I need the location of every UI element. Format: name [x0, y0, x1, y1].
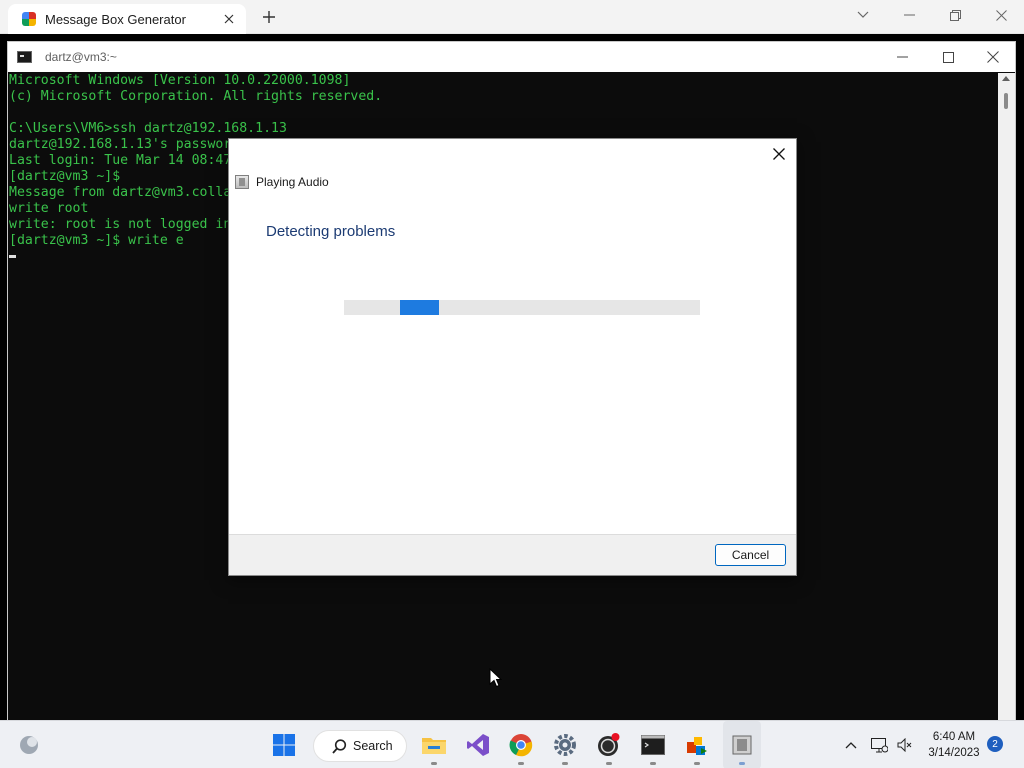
- dialog-header: Playing Audio: [235, 175, 329, 189]
- chrome-icon[interactable]: [503, 721, 539, 768]
- running-indicator: [650, 762, 656, 765]
- console-line: C:\Users\VM6>ssh dartz@192.168.1.13: [9, 121, 287, 136]
- progress-indicator: [400, 300, 439, 315]
- terminal-icon: [17, 51, 32, 63]
- console-scrollbar[interactable]: [998, 73, 1015, 721]
- app-installer-icon[interactable]: [679, 721, 715, 768]
- dialog-heading: Detecting problems: [266, 223, 396, 240]
- scroll-up-arrow-icon[interactable]: [1002, 76, 1010, 81]
- taskbar: Search 6:40 AM 3/14/2023 2: [0, 720, 1024, 768]
- text-cursor: [9, 254, 16, 258]
- progress-bar: [344, 300, 700, 315]
- browser-tabstrip: Message Box Generator: [0, 0, 1024, 34]
- maximize-icon[interactable]: [925, 42, 971, 72]
- running-indicator: [518, 762, 524, 765]
- close-icon[interactable]: [978, 0, 1024, 30]
- running-indicator: [694, 762, 700, 765]
- dialog-header-title: Playing Audio: [256, 175, 329, 189]
- restore-icon[interactable]: [932, 0, 978, 30]
- clock-date: 3/14/2023: [928, 747, 980, 759]
- tab-title: Message Box Generator: [45, 11, 186, 27]
- close-icon[interactable]: [970, 42, 1016, 72]
- file-explorer-icon[interactable]: [416, 721, 452, 768]
- search-label: Search: [353, 739, 393, 753]
- console-titlebar[interactable]: dartz@vm3:~: [8, 42, 1015, 72]
- notification-badge[interactable]: 2: [987, 736, 1003, 752]
- running-indicator: [431, 762, 437, 765]
- troubleshooter-dialog: Playing Audio Detecting problems Cancel: [228, 138, 797, 576]
- terminal-icon[interactable]: [635, 721, 671, 768]
- scroll-thumb[interactable]: [1004, 93, 1008, 109]
- close-icon[interactable]: [218, 8, 240, 30]
- settings-icon[interactable]: [547, 721, 583, 768]
- console-line: (c) Microsoft Corporation. All rights re…: [9, 89, 383, 104]
- clock-time: 6:40 AM: [932, 731, 976, 743]
- start-icon[interactable]: [266, 721, 302, 768]
- chevron-up-icon[interactable]: [840, 721, 862, 768]
- troubleshooter-icon: [235, 175, 249, 189]
- mouse-pointer-icon: [489, 668, 502, 688]
- console-title: dartz@vm3:~: [45, 50, 117, 64]
- minimize-icon[interactable]: [879, 42, 925, 72]
- network-icon[interactable]: [868, 721, 890, 768]
- running-indicator: [562, 762, 568, 765]
- chevron-down-icon[interactable]: [840, 0, 886, 30]
- taskbar-clock[interactable]: 6:40 AM 3/14/2023: [916, 729, 992, 761]
- troubleshooter-icon[interactable]: [723, 721, 761, 768]
- running-indicator: [606, 762, 612, 765]
- cancel-button[interactable]: Cancel: [715, 544, 786, 566]
- shield-icon: [22, 12, 36, 26]
- console-line: Microsoft Windows [Version 10.0.22000.10…: [9, 73, 351, 88]
- plus-icon[interactable]: [256, 5, 282, 29]
- search-icon: [332, 738, 347, 754]
- close-icon[interactable]: [766, 141, 792, 167]
- visual-studio-icon[interactable]: [460, 721, 496, 768]
- minimize-icon[interactable]: [886, 0, 932, 30]
- browser-tab[interactable]: Message Box Generator: [8, 4, 246, 34]
- taskbar-search[interactable]: Search: [313, 730, 407, 762]
- widgets-icon[interactable]: [12, 721, 46, 768]
- obs-icon[interactable]: [591, 721, 627, 768]
- dialog-footer: Cancel: [229, 534, 796, 575]
- running-indicator: [739, 762, 745, 765]
- volume-muted-icon[interactable]: [894, 721, 916, 768]
